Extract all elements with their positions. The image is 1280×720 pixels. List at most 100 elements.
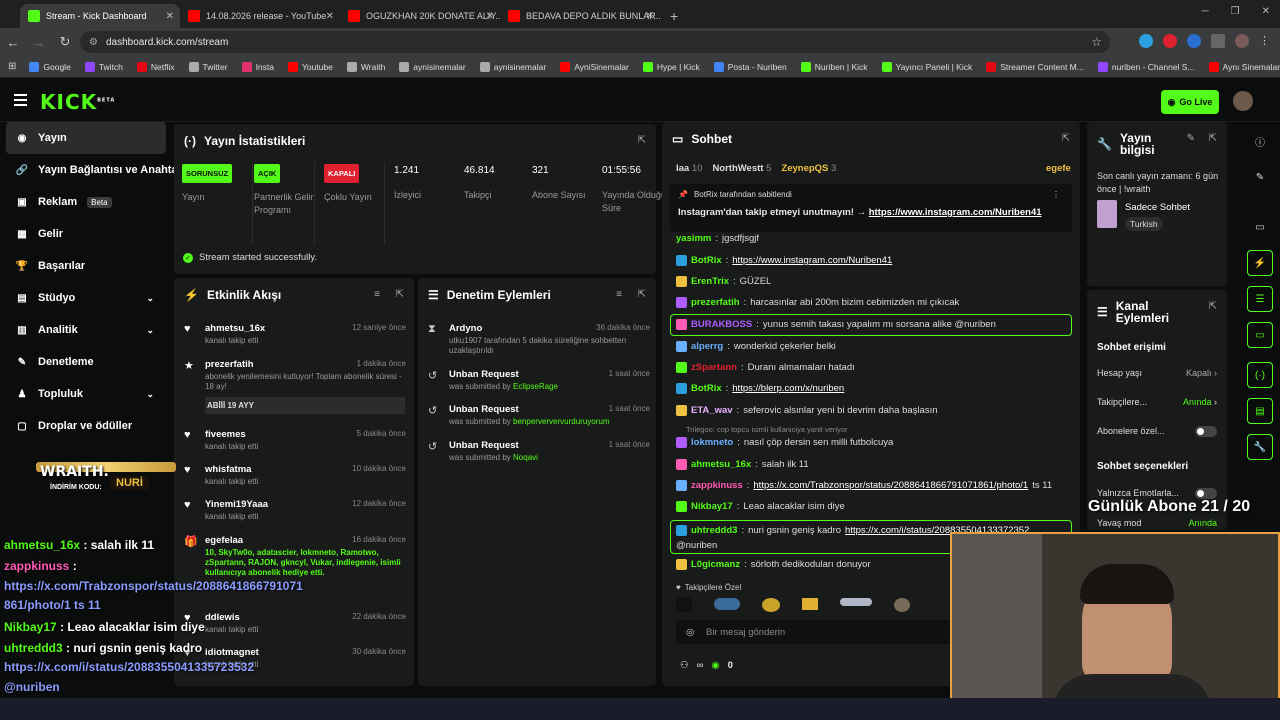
extension-icon[interactable] xyxy=(1187,34,1201,48)
popout-icon[interactable]: ⇱ xyxy=(1062,133,1070,144)
emote-icon[interactable] xyxy=(802,598,818,610)
puzzle-icon[interactable] xyxy=(1211,34,1225,48)
chat-username[interactable]: yasimm xyxy=(676,233,711,244)
emoji-icon[interactable]: ◎ xyxy=(686,627,694,638)
popout-icon[interactable]: ⇱ xyxy=(638,135,646,146)
wrench-icon[interactable]: 🔧 xyxy=(1247,434,1273,460)
chat-username[interactable]: BURAKBOSS xyxy=(691,319,752,330)
bookmark-star-icon[interactable]: ☆ xyxy=(1091,35,1102,49)
stack-icon[interactable]: ▭ xyxy=(1247,214,1273,240)
extension-icon[interactable] xyxy=(1163,34,1177,48)
broadcast-icon[interactable]: (·) xyxy=(1247,362,1273,388)
sidebar-item[interactable]: ▢ Droplar ve ödüller xyxy=(0,410,172,442)
bookmark-item[interactable]: aynisinemalar xyxy=(473,61,553,72)
emote-icon[interactable] xyxy=(714,598,740,610)
chat-username[interactable]: ErenTrix xyxy=(691,276,729,287)
sidebar-item[interactable]: ▣ Reklam Beta xyxy=(0,186,172,218)
sidebar-item[interactable]: 🔗 Yayın Bağlantısı ve Anahtar xyxy=(0,154,182,186)
list-icon[interactable]: ☰ xyxy=(1247,286,1273,312)
sidebar-item[interactable]: ▦ Gelir xyxy=(0,218,172,250)
bolt-icon[interactable]: ⚡ xyxy=(1247,250,1273,276)
sidebar-item[interactable]: ▥ Analitik ⌄ xyxy=(0,314,172,346)
bookmark-item[interactable]: Wraith xyxy=(340,61,392,72)
sidebar-item[interactable]: ♟ Topluluk ⌄ xyxy=(0,378,172,410)
bookmark-item[interactable]: Hype | Kick xyxy=(636,61,707,72)
extension-icon[interactable] xyxy=(1139,34,1153,48)
account-age-row[interactable]: Hesap yaşı Kapalı › xyxy=(1097,368,1217,378)
slow-mode-row[interactable]: Yavaş mod Anında xyxy=(1097,518,1217,528)
bookmark-item[interactable]: Nuriben | Kick xyxy=(794,61,875,72)
user-avatar[interactable] xyxy=(1233,91,1253,111)
go-live-button[interactable]: ◉ Go Live xyxy=(1161,90,1219,114)
filter-icon[interactable]: ≡ xyxy=(616,289,622,300)
bookmark-item[interactable]: Yayıncı Paneli | Kick xyxy=(875,61,980,72)
sidebar-item[interactable]: 🏆 Başarılar xyxy=(0,250,172,282)
edit-icon[interactable]: ✎ xyxy=(1247,164,1273,190)
tab-youtube-1[interactable]: 14.08.2026 release - YouTube ✕ xyxy=(180,4,340,28)
bookmark-item[interactable]: Twitch xyxy=(78,61,130,72)
reload-icon[interactable]: ↻ xyxy=(52,34,78,50)
chat-username[interactable]: ahmetsu_16x xyxy=(691,459,751,470)
device-icon[interactable]: ▤ xyxy=(1247,398,1273,424)
profile-icon[interactable] xyxy=(1235,34,1249,48)
menu-dots-icon[interactable]: ⋮ xyxy=(1259,34,1270,48)
emote-icon[interactable] xyxy=(894,598,910,612)
emote-icon[interactable] xyxy=(840,598,872,606)
close-window-icon[interactable]: ✕ xyxy=(1262,6,1270,17)
top-gifter[interactable]: egefe xyxy=(1046,163,1071,174)
tab-youtube-3[interactable]: BEDAVA DEPO ALDIK BUNLAR... ✕ xyxy=(500,4,660,28)
chat-username[interactable]: ETA_wav xyxy=(691,405,733,416)
back-icon[interactable]: ← xyxy=(0,35,26,50)
bookmark-item[interactable]: Netflix xyxy=(130,61,182,72)
popout-icon[interactable]: ⇱ xyxy=(1209,133,1217,144)
chat-username[interactable]: BotRix xyxy=(691,255,722,266)
bookmark-item[interactable]: Insta xyxy=(235,61,281,72)
close-tab-icon[interactable]: ✕ xyxy=(486,11,494,22)
infinity-icon[interactable]: ∞ xyxy=(697,660,704,671)
bookmark-item[interactable]: Posta - Nuriben xyxy=(707,61,794,72)
forward-icon[interactable]: → xyxy=(26,35,52,50)
emote-icon[interactable] xyxy=(762,598,780,612)
menu-dots-icon[interactable]: ⋮ xyxy=(1052,190,1060,199)
maximize-icon[interactable]: ❐ xyxy=(1231,6,1240,17)
category-name[interactable]: Sadece Sohbet xyxy=(1125,202,1190,213)
chat-username[interactable]: zappkinuss xyxy=(691,480,743,491)
close-tab-icon[interactable]: ✕ xyxy=(166,11,174,22)
bookmark-item[interactable]: Twitter xyxy=(182,61,235,72)
chat-username[interactable]: prezerfatih xyxy=(691,297,740,308)
sidebar-item[interactable]: ▤ Stüdyo ⌄ xyxy=(0,282,172,314)
close-tab-icon[interactable]: ✕ xyxy=(646,11,654,22)
users-icon[interactable]: ⚇ xyxy=(680,660,689,671)
minimize-icon[interactable]: ─ xyxy=(1202,6,1209,17)
chat-username[interactable]: zSpartann xyxy=(691,362,737,373)
category-thumbnail[interactable] xyxy=(1097,200,1117,228)
chat-username[interactable]: BotRix xyxy=(691,383,722,394)
top-gifter[interactable]: Iaa 10 xyxy=(676,163,702,174)
edit-icon[interactable]: ✎ xyxy=(1187,133,1195,144)
chat-username[interactable]: lokmneto xyxy=(691,437,733,448)
popout-icon[interactable]: ⇱ xyxy=(638,289,646,300)
new-tab-button[interactable]: + xyxy=(660,4,688,28)
sidebar-item[interactable]: ✎ Denetleme xyxy=(0,346,172,378)
chat-username[interactable]: Nikbay17 xyxy=(691,501,733,512)
bookmark-item[interactable]: AyniSinemalar xyxy=(553,61,636,72)
filter-icon[interactable]: ≡ xyxy=(374,289,380,300)
bookmark-item[interactable]: aynisinemalar xyxy=(392,61,472,72)
apps-grid-icon[interactable]: ⊞ xyxy=(8,61,16,72)
close-tab-icon[interactable]: ✕ xyxy=(326,11,334,22)
popout-icon[interactable]: ⇱ xyxy=(396,289,404,300)
hamburger-menu-icon[interactable] xyxy=(14,94,27,109)
emote-icon[interactable] xyxy=(676,598,692,612)
followers-only-row[interactable]: Takipçilere... Anında › xyxy=(1097,397,1217,407)
chat-link[interactable]: https://www.instagram.com/Nuriben41 xyxy=(732,255,892,266)
bookmark-item[interactable]: nuriben - Channel S... xyxy=(1091,61,1202,72)
chat-username[interactable]: uhtreddd3 xyxy=(691,525,737,536)
top-gifter[interactable]: ZeynepQS 3 xyxy=(781,163,836,174)
popout-icon[interactable]: ⇱ xyxy=(1209,301,1217,312)
chat-link[interactable]: https://x.com/Trabzonspor/status/2088641… xyxy=(753,480,1028,491)
info-icon[interactable]: ⓘ xyxy=(1247,128,1273,154)
top-gifter[interactable]: NorthWestt 5 xyxy=(712,163,771,174)
chat-username[interactable]: alperrg xyxy=(691,341,723,352)
sidebar-item[interactable]: ◉ Yayın xyxy=(6,122,166,154)
bookmark-item[interactable]: Youtube xyxy=(281,61,340,72)
